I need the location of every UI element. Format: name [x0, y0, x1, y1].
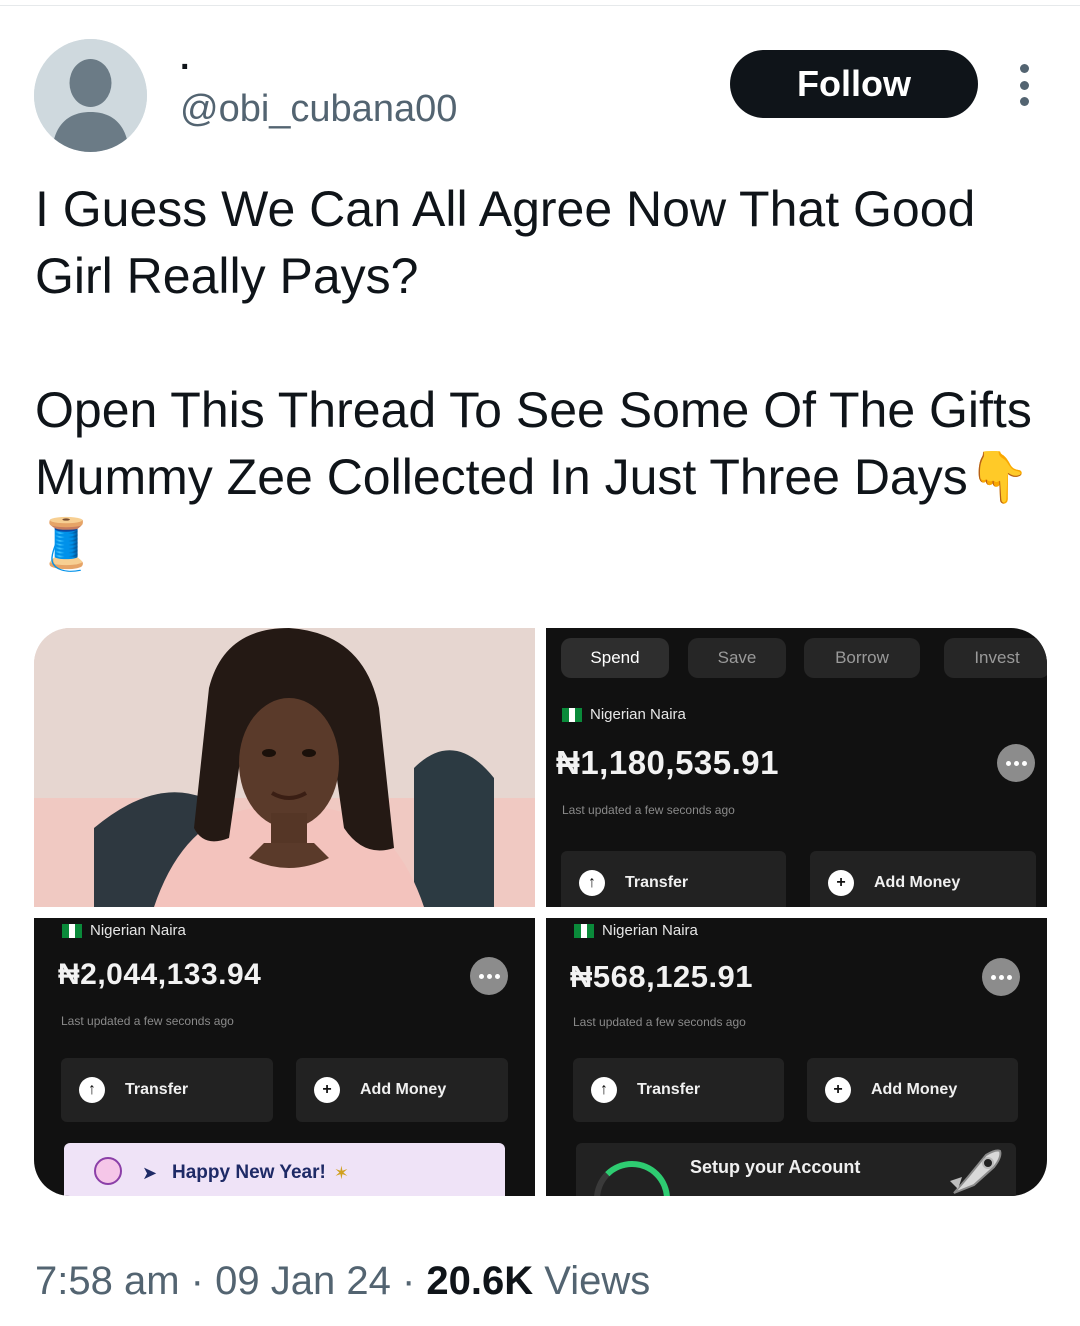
add-money-label: Add Money — [360, 1081, 447, 1098]
tab-invest[interactable]: Invest — [944, 638, 1047, 678]
arrow-up-icon: ↑ — [579, 870, 605, 896]
tweet-time[interactable]: 7:58 am — [35, 1259, 180, 1303]
bank-screenshot-2[interactable]: Nigerian Naira ₦2,044,133.94 Last update… — [34, 918, 535, 1196]
tweet-text: I Guess We Can All Agree Now That Good G… — [35, 176, 1045, 578]
more-dots-icon[interactable] — [997, 744, 1035, 782]
views-count[interactable]: 20.6K — [426, 1259, 533, 1303]
add-money-label: Add Money — [871, 1081, 958, 1098]
setup-label: Setup your Account — [690, 1157, 861, 1177]
last-updated-text: Last updated a few seconds ago — [61, 1014, 234, 1028]
tweet-line-1: I Guess We Can All Agree Now That Good G… — [35, 181, 976, 304]
currency-row: Nigerian Naira — [562, 706, 686, 723]
nigeria-flag-icon — [562, 707, 583, 722]
bank-screenshot-3[interactable]: Nigerian Naira ₦568,125.91 Last updated … — [546, 918, 1047, 1196]
separator: · — [190, 1259, 204, 1303]
currency-label: Nigerian Naira — [602, 922, 698, 939]
balance-amount: ₦568,125.91 — [570, 959, 754, 994]
more-options-icon[interactable] — [1008, 64, 1040, 106]
display-name[interactable]: · — [180, 50, 191, 84]
transfer-label: Transfer — [625, 874, 689, 891]
party-popper-icon: ✶ — [333, 1162, 349, 1183]
dot — [1019, 64, 1029, 73]
media-grid[interactable]: Spend Save Borrow Invest Nigerian Naira … — [34, 628, 1047, 1196]
last-updated-text: Last updated a few seconds ago — [573, 1015, 746, 1029]
tweet-line-2-text: Open This Thread To See Some Of The Gift… — [35, 382, 1032, 505]
tab-borrow[interactable]: Borrow — [804, 638, 920, 678]
nigeria-flag-icon — [62, 923, 83, 938]
separator: · — [401, 1259, 416, 1303]
dot — [1019, 80, 1029, 90]
arrow-up-icon: ↑ — [591, 1077, 617, 1103]
transfer-button[interactable]: ↑ Transfer — [61, 1058, 273, 1122]
arrow-up-icon: ↑ — [79, 1077, 105, 1103]
portrait-photo — [34, 628, 535, 907]
nigeria-flag-icon — [574, 923, 595, 938]
rocket-icon — [950, 1149, 1002, 1194]
balance-amount: ₦2,044,133.94 — [58, 958, 262, 991]
currency-row: Nigerian Naira — [574, 922, 698, 939]
follow-button[interactable]: Follow — [730, 50, 978, 118]
new-year-banner[interactable]: ➤ Happy New Year! ✶ — [64, 1143, 505, 1196]
currency-label: Nigerian Naira — [90, 922, 186, 939]
plus-icon: + — [828, 870, 854, 896]
tab-spend[interactable]: Spend — [561, 638, 669, 678]
default-avatar-icon — [34, 39, 147, 152]
progress-ring — [594, 1161, 670, 1196]
views-label: Views — [544, 1259, 651, 1303]
plus-icon: + — [314, 1077, 340, 1103]
plus-icon: + — [825, 1077, 851, 1103]
currency-label: Nigerian Naira — [590, 706, 686, 723]
avatar[interactable] — [34, 39, 147, 152]
top-divider — [0, 5, 1080, 6]
setup-account-card[interactable]: Setup your Account — [576, 1143, 1016, 1196]
add-money-label: Add Money — [874, 874, 961, 891]
add-money-button[interactable]: + Add Money — [296, 1058, 508, 1122]
dot — [1019, 97, 1029, 106]
last-updated-text: Last updated a few seconds ago — [562, 803, 735, 817]
paper-plane-icon: ➤ — [142, 1163, 158, 1183]
balance-amount: ₦1,180,535.91 — [556, 744, 780, 781]
gift-badge-icon — [94, 1157, 122, 1185]
transfer-label: Transfer — [125, 1081, 189, 1098]
transfer-button[interactable]: ↑ Transfer — [561, 851, 786, 907]
tab-save[interactable]: Save — [688, 638, 786, 678]
more-dots-icon[interactable] — [470, 957, 508, 995]
user-handle[interactable]: @obi_cubana00 — [180, 86, 457, 132]
tweet-date[interactable]: 09 Jan 24 — [215, 1259, 391, 1303]
currency-row: Nigerian Naira — [62, 922, 186, 939]
more-dots-icon[interactable] — [982, 958, 1020, 996]
transfer-button[interactable]: ↑ Transfer — [573, 1058, 784, 1122]
transfer-label: Transfer — [637, 1081, 701, 1098]
photo-tile[interactable] — [34, 628, 535, 907]
tweet-meta: 7:58 am · 09 Jan 24 · 20.6K Views — [35, 1256, 650, 1306]
bank-screenshot-1[interactable]: Spend Save Borrow Invest Nigerian Naira … — [546, 628, 1047, 907]
add-money-button[interactable]: + Add Money — [807, 1058, 1018, 1122]
add-money-button[interactable]: + Add Money — [810, 851, 1036, 907]
tweet-line-2: Open This Thread To See Some Of The Gift… — [35, 377, 1045, 578]
banner-label: Happy New Year! — [172, 1162, 326, 1183]
